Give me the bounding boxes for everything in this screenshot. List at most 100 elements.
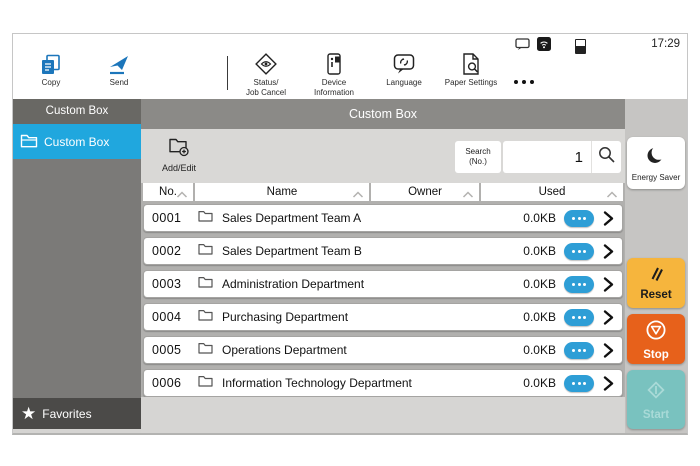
chevron-right-icon (603, 243, 614, 260)
language-button[interactable]: Language (372, 52, 436, 88)
status-indicator-group (515, 37, 586, 56)
box-number: 0004 (152, 310, 182, 324)
search-input[interactable] (503, 141, 591, 173)
column-header-used[interactable]: Used (481, 183, 623, 201)
box-name: Purchasing Department (222, 310, 349, 324)
screen: 17:29 Copy Send Status/ Job Cancel Devic… (0, 0, 700, 466)
chevron-right-icon (603, 375, 614, 392)
column-header-owner[interactable]: Owner (371, 183, 479, 201)
box-list-item[interactable]: 0003 Administration Department 0.0KB (143, 270, 623, 298)
folder-icon (198, 242, 213, 260)
sidebar-background (13, 159, 141, 398)
sidebar-header: Custom Box (13, 99, 141, 124)
sort-caret-icon (352, 189, 364, 201)
folder-icon (198, 275, 213, 293)
box-used-size: 0.0KB (523, 376, 556, 390)
detail-ellipsis-button[interactable] (564, 374, 594, 392)
reset-slashes-icon (646, 265, 666, 287)
box-number: 0006 (152, 376, 182, 390)
wifi-icon (537, 37, 551, 56)
chevron-right-icon (603, 210, 614, 227)
toolbar-divider (227, 56, 228, 90)
search-button[interactable] (591, 141, 621, 173)
add-edit-folder-icon (151, 137, 207, 162)
column-header-no[interactable]: No. (143, 183, 193, 201)
add-edit-button[interactable]: Add/Edit (151, 137, 207, 173)
bottom-strip (141, 397, 625, 433)
more-menu-button[interactable] (514, 80, 534, 84)
box-number: 0005 (152, 343, 182, 357)
box-used-size: 0.0KB (523, 277, 556, 291)
top-toolbar: 17:29 Copy Send Status/ Job Cancel Devic… (13, 34, 687, 99)
status-job-cancel-button[interactable]: Status/ Job Cancel (234, 52, 298, 98)
copy-button[interactable]: Copy (19, 52, 83, 88)
box-list-item[interactable]: 0004 Purchasing Department 0.0KB (143, 303, 623, 331)
stop-button[interactable]: Stop (627, 314, 685, 364)
chevron-right-icon (603, 276, 614, 293)
search-no-label: Search (No.) (455, 141, 501, 173)
hard-key-column: Energy Saver Reset Stop Start (625, 99, 687, 433)
detail-ellipsis-button[interactable] (564, 275, 594, 293)
page-title: Custom Box (141, 99, 625, 129)
folder-icon (20, 133, 38, 151)
folder-icon (198, 374, 213, 392)
sidebar-item-custom-box[interactable]: Custom Box (13, 124, 141, 159)
star-icon: ★ (21, 404, 37, 423)
send-button[interactable]: Send (87, 52, 151, 88)
detail-ellipsis-button[interactable] (564, 209, 594, 227)
status-job-cancel-icon (234, 52, 298, 76)
box-used-size: 0.0KB (523, 211, 556, 225)
folder-icon (198, 308, 213, 326)
list-toolbar: Add/Edit Search (No.) (141, 129, 625, 183)
language-icon (372, 52, 436, 76)
box-list-item[interactable]: 0002 Sales Department Team B 0.0KB (143, 237, 623, 265)
paper-settings-button[interactable]: Paper Settings (439, 52, 503, 88)
box-used-size: 0.0KB (523, 310, 556, 324)
box-list-item[interactable]: 0001 Sales Department Team A 0.0KB (143, 204, 623, 232)
energy-saver-button[interactable]: Energy Saver (627, 137, 685, 189)
box-list-region: No. Name Owner Used 0001 Sales Departmen… (141, 183, 625, 397)
reset-button[interactable]: Reset (627, 258, 685, 308)
stop-icon (644, 318, 668, 347)
box-used-size: 0.0KB (523, 343, 556, 357)
search-icon (597, 145, 616, 169)
send-icon (87, 52, 151, 76)
clock: 17:29 (651, 38, 680, 50)
box-list-item[interactable]: 0005 Operations Department 0.0KB (143, 336, 623, 364)
sidebar-item-label: Custom Box (44, 134, 110, 149)
box-list-item[interactable]: 0006 Information Technology Department 0… (143, 369, 623, 397)
detail-ellipsis-button[interactable] (564, 341, 594, 359)
bottom-left-strip (13, 429, 141, 433)
box-name: Sales Department Team B (222, 244, 362, 258)
sort-caret-icon (606, 189, 618, 201)
favorites-button[interactable]: ★ Favorites (13, 398, 141, 429)
device-information-button[interactable]: Device Information (302, 52, 366, 98)
folder-icon (198, 209, 213, 227)
chevron-right-icon (603, 309, 614, 326)
table-header: No. Name Owner Used (143, 183, 623, 201)
favorites-label: Favorites (42, 406, 92, 421)
detail-ellipsis-button[interactable] (564, 242, 594, 260)
device-panel: 17:29 Copy Send Status/ Job Cancel Devic… (12, 33, 688, 435)
moon-icon (645, 144, 667, 171)
sort-caret-icon (462, 189, 474, 201)
paper-settings-icon (439, 52, 503, 76)
box-name: Operations Department (222, 343, 347, 357)
message-icon (515, 37, 530, 56)
box-number: 0003 (152, 277, 182, 291)
box-number: 0002 (152, 244, 182, 258)
detail-ellipsis-button[interactable] (564, 308, 594, 326)
copy-icon (19, 52, 83, 76)
folder-icon (198, 341, 213, 359)
add-edit-label: Add/Edit (161, 163, 197, 173)
box-name: Information Technology Department (222, 376, 412, 390)
box-number: 0001 (152, 211, 182, 225)
column-header-name[interactable]: Name (195, 183, 369, 201)
chevron-right-icon (603, 342, 614, 359)
box-name: Administration Department (222, 277, 365, 291)
sort-caret-icon (176, 189, 188, 201)
box-list: 0001 Sales Department Team A 0.0KB 0002 … (141, 204, 625, 397)
toner-level-icon (575, 39, 586, 54)
start-button[interactable]: Start (627, 370, 685, 429)
start-icon (644, 378, 668, 407)
